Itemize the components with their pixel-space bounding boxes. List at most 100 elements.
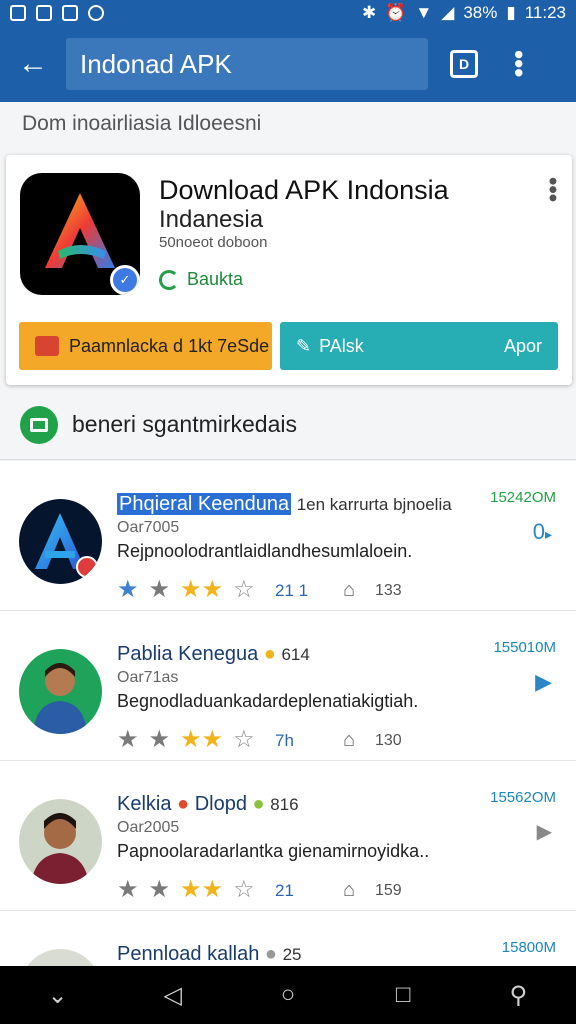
camera-notification-icon <box>88 5 104 21</box>
item-title: Phqieral Keenduna 1en karrurta bjnoelia <box>117 493 452 515</box>
app-logo-icon: ✓ <box>20 173 140 295</box>
rating-stars: ★ ★ ★★ ☆ <box>117 578 255 602</box>
video-icon <box>35 336 59 356</box>
battery-icon: ▮ <box>506 3 516 22</box>
emoji-heart-icon: ● <box>177 793 190 815</box>
badge-icon <box>76 556 98 578</box>
download-button-label: Paamnlacka d 1kt 7eSde <box>69 335 270 356</box>
list-item[interactable]: Pennload kallah ● 25 15800M <box>0 911 576 966</box>
card-more-button[interactable]: ••• <box>539 177 566 202</box>
arrow-left-icon: ← <box>18 47 48 80</box>
avatar <box>19 649 102 734</box>
home-icon: ⌂ <box>343 729 356 751</box>
item-download-button[interactable]: ▶ <box>535 669 552 695</box>
item-title: Kelkia ● Dlopd ● 816 <box>117 793 299 815</box>
navigation-bar: ⌄ ◁ ○ □ ⚲ <box>0 966 576 1024</box>
star-empty-icon: ☆ <box>233 726 255 753</box>
verified-badge-icon: ✓ <box>110 265 140 295</box>
item-size: 155010M <box>493 639 556 656</box>
signal-icon: ◢ <box>441 3 455 22</box>
item-title: Pennload kallah ● 25 <box>117 943 302 965</box>
recents-nav-icon[interactable]: □ <box>383 975 423 1015</box>
section-title: beneri sgantmirkedais <box>72 411 298 437</box>
item-size: 15562OM <box>490 789 556 806</box>
pin-icon: ✎ <box>296 335 312 356</box>
item-title: Pablia Kenegua ● 614 <box>117 643 310 665</box>
square-d-icon: D <box>450 50 478 78</box>
rating-stars: ★ ★ ★★ ☆ <box>117 878 255 902</box>
emoji-green-icon: ● <box>252 793 265 815</box>
install-button[interactable]: ✎ PAlsk Apor <box>280 322 558 370</box>
clock: 11:23 <box>524 3 566 22</box>
item-count: 159 <box>375 882 402 899</box>
wifi-icon: ▼ <box>415 3 433 22</box>
section-icon <box>20 405 58 444</box>
avatar <box>19 499 102 584</box>
play-icon: ▶ <box>536 821 552 843</box>
refresh-icon <box>159 269 179 290</box>
notification-icon <box>10 5 26 21</box>
item-description: Papnoolaradarlantka gienamirnoyidka.. <box>117 841 430 861</box>
back-nav-icon[interactable]: ◁ <box>153 975 193 1015</box>
search-nav-icon[interactable]: ⚲ <box>498 975 538 1015</box>
home-nav-icon[interactable]: ○ <box>268 975 308 1015</box>
tag-label: Baukta <box>187 269 244 289</box>
item-subtitle: Oar2005 <box>117 819 180 836</box>
item-size: 15800M <box>501 939 556 956</box>
star-icon: ★ <box>148 876 171 903</box>
avatar <box>19 799 102 884</box>
item-count: 130 <box>375 732 402 749</box>
list-item[interactable]: Pablia Kenegua ● 614 Oar71as Begnodladua… <box>0 611 576 761</box>
back-button[interactable]: ← <box>0 26 66 102</box>
status-bar: ✱ ⏰ ▼ ◢ 38% ▮ 11:23 <box>0 0 576 26</box>
star-icon: ★★ <box>180 726 224 753</box>
item-subtitle: Oar71as <box>117 669 179 686</box>
battery-percent: 38% <box>463 3 498 22</box>
page-subtitle: Dom inoairliasia Idloeesni <box>22 112 262 135</box>
item-size: 15242OM <box>490 489 556 506</box>
item-votes: 21 <box>275 881 294 900</box>
list-item[interactable]: Kelkia ● Dlopd ● 816 Oar2005 Papnoolarad… <box>0 761 576 911</box>
home-icon: ⌂ <box>343 579 356 601</box>
item-download-button[interactable]: ▶ <box>537 819 552 844</box>
star-icon: ★ <box>117 726 139 753</box>
app-developer: 50noeot doboon <box>159 234 268 251</box>
square-d-button[interactable]: D <box>428 26 480 102</box>
app-title-line2: Indanesia <box>159 206 264 233</box>
person-avatar-icon <box>33 663 87 734</box>
alarm-icon: ⏰ <box>385 3 407 22</box>
rating-stars: ★ ★ ★★ ☆ <box>117 728 255 752</box>
star-icon: ★ <box>148 576 171 603</box>
store-notification-icon <box>62 5 78 21</box>
search-field[interactable]: Indonad APK <box>66 38 428 90</box>
overflow-menu-button[interactable]: ••• <box>480 26 534 102</box>
install-button-label: PAlsk <box>319 335 364 356</box>
featured-app-card[interactable]: ✓ Download APK Indonsia Indanesia 50noeo… <box>6 155 572 385</box>
play-icon: ▶ <box>535 669 552 694</box>
chevron-down-icon[interactable]: ⌄ <box>38 975 78 1015</box>
star-empty-icon: ☆ <box>233 876 255 903</box>
item-description: Rejpnoolodrantlaidlandhesumlaloein. <box>117 541 413 561</box>
download-button[interactable]: Paamnlacka d 1kt 7eSde <box>19 322 272 370</box>
emoji-icon: ● <box>263 643 276 665</box>
item-votes: 7h <box>275 731 294 750</box>
bluetooth-icon: ✱ <box>362 3 377 22</box>
item-count: 133 <box>375 582 402 599</box>
app-title: Download APK Indonsia <box>159 175 449 205</box>
star-icon: ★★ <box>180 576 224 603</box>
star-empty-icon: ☆ <box>233 576 255 603</box>
item-votes: 21 1 <box>275 581 309 600</box>
person-avatar-icon <box>31 813 89 884</box>
star-icon: ★ <box>148 726 171 753</box>
app-bar: ← Indonad APK D ••• <box>0 26 576 102</box>
star-icon: ★★ <box>180 876 224 903</box>
chevron-right-icon: ▸ <box>544 526 552 542</box>
install-button-right-label: Apor <box>503 335 542 356</box>
list-item[interactable]: Phqieral Keenduna 1en karrurta bjnoelia … <box>0 461 576 611</box>
app-list: Phqieral Keenduna 1en karrurta bjnoelia … <box>0 461 576 966</box>
home-icon: ⌂ <box>343 879 356 901</box>
item-download-button[interactable]: 0▸ <box>533 519 552 545</box>
item-subtitle: Oar7005 <box>117 519 180 536</box>
app-category-tag: Baukta <box>159 269 243 290</box>
image-notification-icon <box>36 5 52 21</box>
